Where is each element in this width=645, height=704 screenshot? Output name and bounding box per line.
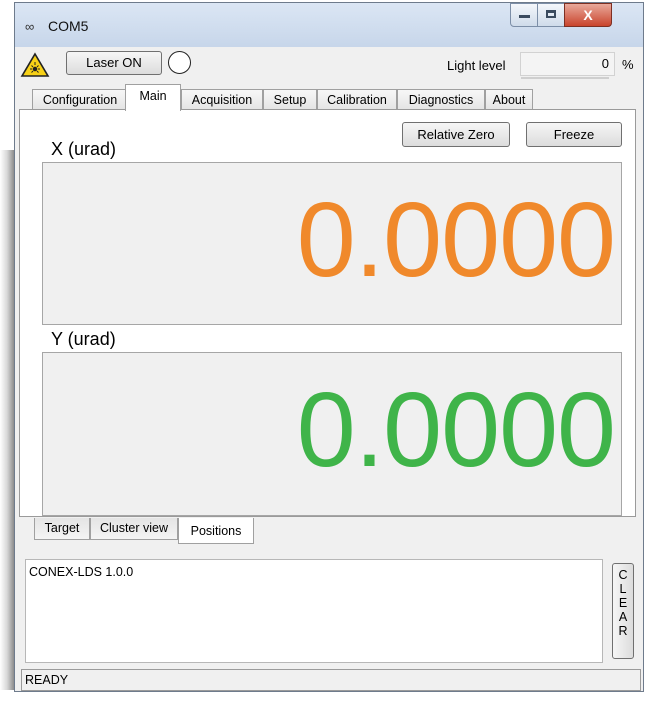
tab-cluster-view[interactable]: Cluster view <box>90 518 178 540</box>
x-value-display: 0.0000 <box>296 181 616 299</box>
light-level-display: 0 <box>520 52 615 79</box>
x-axis-label: X (urad) <box>51 139 117 159</box>
tab-positions[interactable]: Positions <box>178 518 254 544</box>
minimize-icon <box>519 15 530 18</box>
tab-about[interactable]: About <box>485 89 533 110</box>
tab-calibration[interactable]: Calibration <box>317 89 397 110</box>
clear-letter: E <box>618 596 628 610</box>
y-readout-panel: 0.0000 <box>42 352 622 516</box>
laser-on-button[interactable]: Laser ON <box>66 51 162 75</box>
laser-warning-icon <box>20 52 50 77</box>
maximize-icon <box>546 10 556 18</box>
relative-zero-button[interactable]: Relative Zero <box>402 122 510 147</box>
minimize-button[interactable] <box>510 3 538 27</box>
x-readout-panel: 0.0000 <box>42 162 622 325</box>
title-bar[interactable]: ∞ COM5 X <box>15 3 643 47</box>
light-level-value: 0 <box>601 56 609 71</box>
y-value-display: 0.0000 <box>296 371 616 489</box>
serial-link-icon: ∞ <box>25 19 35 34</box>
close-button[interactable]: X <box>564 3 612 27</box>
tab-diagnostics[interactable]: Diagnostics <box>397 89 485 110</box>
tab-main[interactable]: Main <box>125 84 181 111</box>
status-bar: READY <box>21 669 641 691</box>
light-level-bar <box>521 77 609 79</box>
clear-button[interactable]: C L E A R <box>612 563 634 659</box>
clear-letter: L <box>619 582 627 596</box>
close-icon: X <box>583 7 593 23</box>
y-axis-label: Y (urad) <box>51 329 116 349</box>
log-textarea[interactable]: CONEX-LDS 1.0.0 <box>25 559 603 663</box>
clear-letter: A <box>618 610 628 624</box>
laser-status-indicator <box>168 51 191 74</box>
tab-configuration[interactable]: Configuration <box>32 89 128 110</box>
maximize-button[interactable] <box>537 3 565 27</box>
clear-letter: C <box>618 568 628 582</box>
tab-acquisition[interactable]: Acquisition <box>181 89 263 110</box>
window-title: COM5 <box>48 18 89 34</box>
tab-setup[interactable]: Setup <box>263 89 317 110</box>
tab-target[interactable]: Target <box>34 518 90 540</box>
freeze-button[interactable]: Freeze <box>526 122 622 147</box>
light-level-label: Light level <box>447 58 506 73</box>
light-level-unit: % <box>622 57 634 72</box>
log-text: CONEX-LDS 1.0.0 <box>29 565 134 579</box>
background-window-edge <box>0 150 14 690</box>
status-text: READY <box>25 673 69 687</box>
clear-letter: R <box>618 624 628 638</box>
